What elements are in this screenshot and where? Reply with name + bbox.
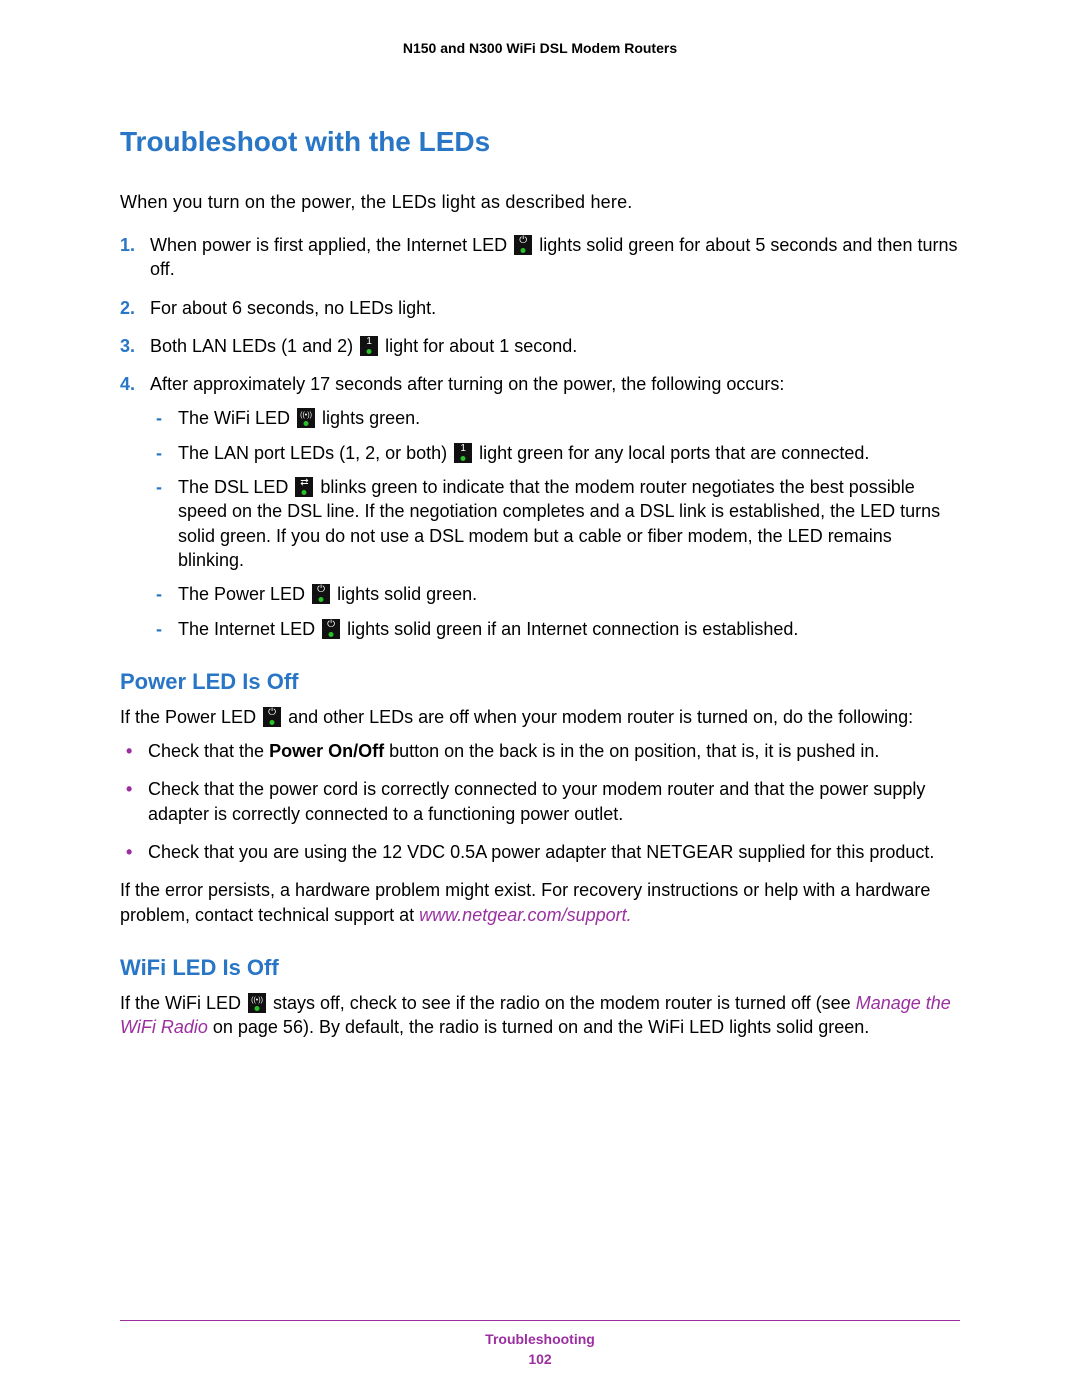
list-text: After approximately 17 seconds after tur… [150,374,784,394]
power-led-icon: ⏻ [312,584,330,604]
internet-led-icon: ⏻ [514,235,532,255]
list-text: When power is first applied, the Interne… [150,235,512,255]
page-title: Troubleshoot with the LEDs [120,126,960,158]
page-footer: Troubleshooting 102 [120,1320,960,1367]
wifi-led-icon: ((•)) [248,993,266,1013]
text: on page 56). By default, the radio is tu… [208,1017,869,1037]
dash-item: The WiFi LED ((•)) lights green. [150,406,960,430]
list-text: light for about 1 second. [385,336,577,356]
dash-item: The DSL LED ⇄ blinks green to indicate t… [150,475,960,572]
dash-item: The Internet LED ⏻ lights solid green if… [150,617,960,641]
intro-paragraph: When you turn on the power, the LEDs lig… [120,192,960,213]
dash-text: The LAN port LEDs (1, 2, or both) [178,443,452,463]
power-outro: If the error persists, a hardware proble… [120,878,960,927]
footer-divider [120,1320,960,1321]
dash-text: The Internet LED [178,619,320,639]
dash-text: light green for any local ports that are… [479,443,869,463]
list-number: 2. [120,296,135,320]
text: If the Power LED [120,707,261,727]
internet-led-icon: ⏻ [322,619,340,639]
list-number: 3. [120,334,135,358]
dash-text: The DSL LED [178,477,293,497]
document-header: N150 and N300 WiFi DSL Modem Routers [120,40,960,56]
list-item: 2. For about 6 seconds, no LEDs light. [120,296,960,320]
dash-text: lights green. [322,408,420,428]
list-number: 4. [120,372,135,396]
footer-page-number: 102 [120,1351,960,1367]
section-title-power: Power LED Is Off [120,669,960,695]
power-led-icon: ⏻ [263,707,281,727]
lan-led-icon: 1 [360,336,378,356]
footer-section-name: Troubleshooting [120,1331,960,1347]
support-link[interactable]: www.netgear.com/support. [419,905,631,925]
dash-text: The WiFi LED [178,408,295,428]
dsl-led-icon: ⇄ [295,477,313,497]
text: and other LEDs are off when your modem r… [288,707,913,727]
dash-text: lights solid green if an Internet connec… [347,619,798,639]
text: Check that the [148,741,269,761]
list-item: 1. When power is first applied, the Inte… [120,233,960,282]
wifi-paragraph: If the WiFi LED ((•)) stays off, check t… [120,991,960,1040]
list-text: Both LAN LEDs (1 and 2) [150,336,358,356]
list-text: For about 6 seconds, no LEDs light. [150,298,436,318]
bold-text: Power On/Off [269,741,384,761]
list-item: 4. After approximately 17 seconds after … [120,372,960,641]
wifi-led-icon: ((•)) [297,408,315,428]
dash-item: The Power LED ⏻ lights solid green. [150,582,960,606]
power-intro: If the Power LED ⏻ and other LEDs are of… [120,705,960,729]
text: button on the back is in the on position… [384,741,879,761]
lan-led-icon: 1 [454,443,472,463]
text: If the WiFi LED [120,993,246,1013]
dash-text: The Power LED [178,584,310,604]
list-item: 3. Both LAN LEDs (1 and 2) 1 light for a… [120,334,960,358]
dash-list: The WiFi LED ((•)) lights green. The LAN… [150,406,960,640]
bullet-list: Check that the Power On/Off button on th… [120,739,960,864]
dash-item: The LAN port LEDs (1, 2, or both) 1 ligh… [150,441,960,465]
numbered-list: 1. When power is first applied, the Inte… [120,233,960,641]
list-number: 1. [120,233,135,257]
bullet-item: Check that the power cord is correctly c… [120,777,960,826]
text: stays off, check to see if the radio on … [273,993,856,1013]
document-page: N150 and N300 WiFi DSL Modem Routers Tro… [0,0,1080,1397]
bullet-item: Check that the Power On/Off button on th… [120,739,960,763]
dash-text: lights solid green. [337,584,477,604]
bullet-item: Check that you are using the 12 VDC 0.5A… [120,840,960,864]
section-title-wifi: WiFi LED Is Off [120,955,960,981]
